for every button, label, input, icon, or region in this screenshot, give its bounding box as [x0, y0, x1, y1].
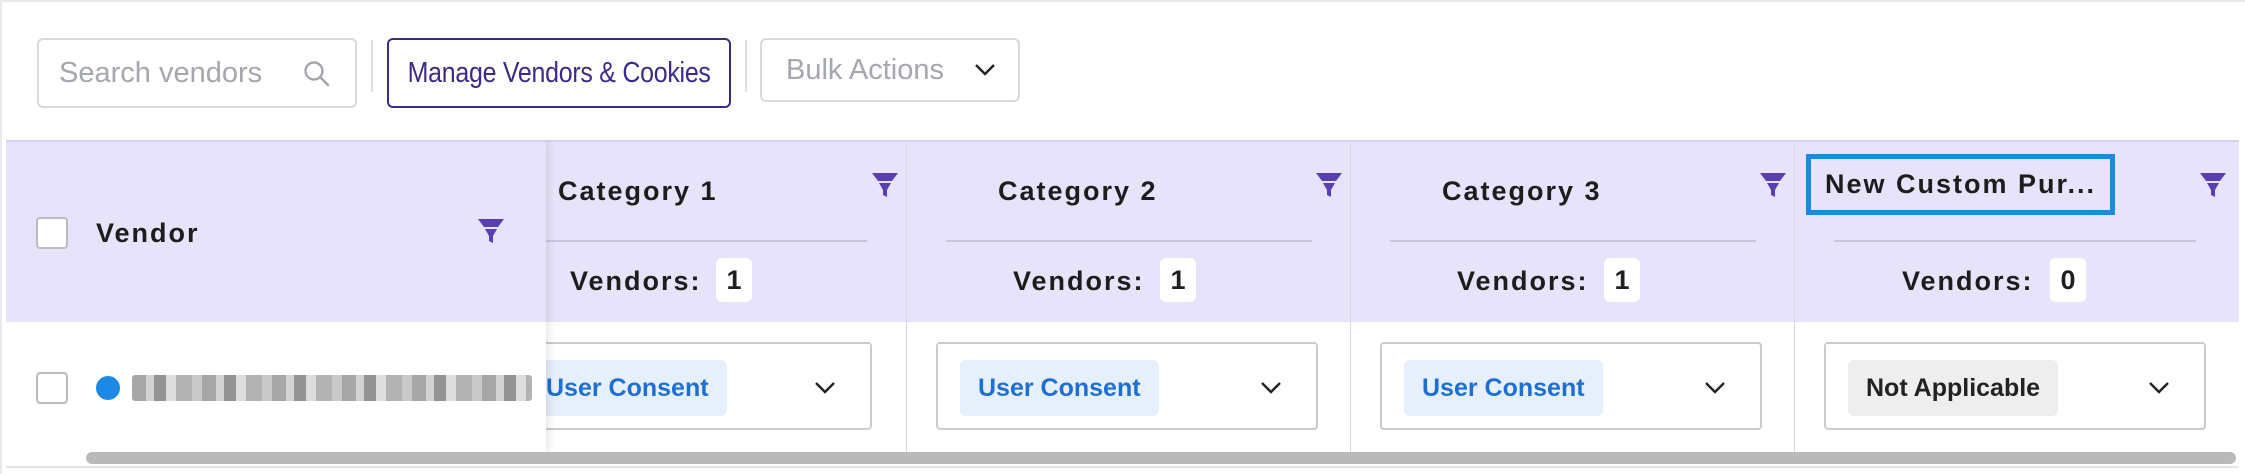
consent-select[interactable]: User Consent — [1380, 342, 1762, 430]
vendors-count-label: Vendors: — [1457, 266, 1589, 296]
filter-funnel-icon[interactable] — [1314, 170, 1344, 200]
horizontal-scrollbar[interactable] — [86, 452, 2236, 464]
category-title-selected[interactable]: New Custom Pur... — [1806, 154, 2116, 215]
filter-funnel-icon[interactable] — [476, 216, 506, 246]
chevron-down-icon — [975, 64, 995, 76]
filter-funnel-icon[interactable] — [1758, 170, 1788, 200]
header-divider-line — [546, 240, 867, 242]
search-icon[interactable] — [301, 58, 333, 90]
header-divider-line — [1834, 240, 2196, 242]
manage-vendors-label: Manage Vendors & Cookies — [407, 56, 711, 89]
chevron-down-icon — [1705, 382, 1725, 394]
consent-select[interactable]: Not Applicable — [1824, 342, 2206, 430]
category-title: Category 3 — [1442, 176, 1602, 206]
toolbar: Manage Vendors & Cookies Bulk Actions — [0, 0, 2245, 140]
vendors-count-badge: 1 — [1604, 258, 1640, 302]
header-divider-line — [1390, 240, 1756, 242]
vendor-category-table: Category 1 Vendors: 1 User Consent Categ… — [6, 140, 2239, 452]
vendor-column: Vendor — [6, 140, 546, 452]
vendor-column-header — [6, 140, 546, 322]
status-dot — [96, 376, 120, 400]
filter-funnel-icon[interactable] — [2198, 170, 2228, 200]
category-column: New Custom Pur... Vendors: 0 Not Applica… — [1794, 140, 2239, 452]
search-box[interactable] — [37, 38, 357, 108]
consent-pill: User Consent — [528, 360, 727, 416]
vendors-count-badge: 1 — [1160, 258, 1196, 302]
consent-select[interactable]: User Consent — [936, 342, 1318, 430]
vendors-count-label: Vendors: — [1013, 266, 1145, 296]
toolbar-divider — [371, 40, 373, 92]
not-applicable-pill: Not Applicable — [1848, 360, 2059, 416]
category-title: Category 2 — [998, 176, 1158, 206]
vendors-count-badge: 1 — [716, 258, 752, 302]
table-bottom-border — [6, 466, 2239, 468]
vendors-count-label: Vendors: — [1902, 266, 2034, 296]
filter-funnel-icon[interactable] — [870, 170, 900, 200]
category-title: Category 1 — [558, 176, 718, 206]
chevron-down-icon — [2149, 382, 2169, 394]
chevron-down-icon — [1261, 382, 1281, 394]
manage-vendors-button[interactable]: Manage Vendors & Cookies — [387, 38, 731, 108]
category-column: Category 3 Vendors: 1 User Consent — [1350, 140, 1794, 452]
chevron-down-icon — [815, 382, 835, 394]
bulk-actions-label: Bulk Actions — [786, 53, 944, 86]
consent-select[interactable]: User Consent — [528, 342, 872, 430]
vendors-count-label: Vendors: — [570, 266, 702, 296]
select-all-checkbox[interactable] — [36, 217, 68, 249]
consent-pill: User Consent — [1404, 360, 1603, 416]
bulk-actions-dropdown[interactable]: Bulk Actions — [760, 38, 1020, 102]
vendor-name-redacted[interactable] — [132, 375, 532, 401]
search-input[interactable] — [59, 56, 299, 90]
toolbar-divider — [745, 40, 747, 92]
header-divider-line — [946, 240, 1312, 242]
vendor-column-title: Vendor — [96, 218, 200, 248]
category-column: Category 2 Vendors: 1 User Consent — [906, 140, 1350, 452]
row-checkbox[interactable] — [36, 372, 68, 404]
vendors-count-badge: 0 — [2050, 258, 2086, 302]
consent-pill: User Consent — [960, 360, 1159, 416]
